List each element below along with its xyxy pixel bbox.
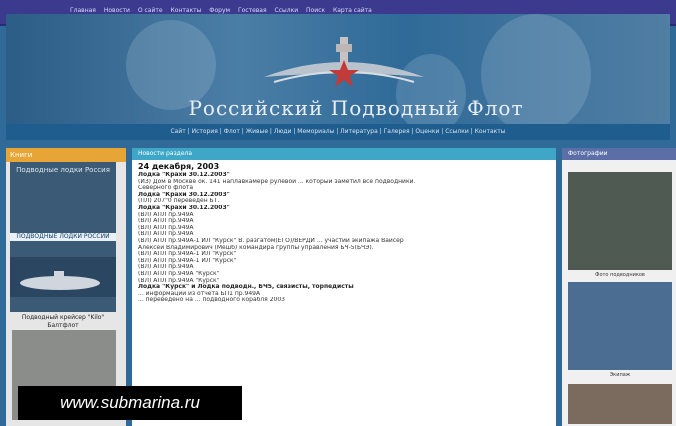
news-line: Северного флота [138,185,194,192]
news-line: (ВЛ) АПЛ пр.949А-1 ИЛ "Курск" [138,257,237,264]
left-sidebar: Книги Подводные лодки Россия ПОДВОДНЫЕ Л… [6,148,126,426]
news-line: (ВЛ) АПЛ пр.949А-1 ИЛ "Курск" [138,251,237,258]
news-line: (ВЛ) АПЛ пр.949А "Курск" [138,277,220,284]
news-line: (ПЛ) 207"0 переведен БТ. [138,198,220,205]
news-line: (ВЛ) АПЛ пр.949А [138,231,194,238]
watermark: www.submarina.ru [18,386,242,420]
photo-submarine[interactable] [568,172,672,270]
right-sidebar-header: Фотографии [562,148,676,160]
news-title[interactable]: Лодка "Крахи 30.12.2003" [138,192,550,199]
photo-caption: Экипаж [609,372,631,378]
news-line: ... переведено на ... подводного корабля… [138,297,285,304]
news-panel-header: Новости раздела [132,148,556,160]
news-line: (ВЛ) АПЛ пр.949А [138,211,194,218]
left-caption: Подводный крейсер "Kilo" Балтфлот [21,314,105,329]
top-nav-item[interactable]: О сайте [138,7,163,14]
book-subtitle: ПОДВОДНЫЕ ЛОДКИ РОССИИ [10,233,116,241]
site-title: Российский Подводный Флот [188,96,524,120]
news-line: Алексей Владимирович (Мешб) командира гр… [138,244,374,251]
top-nav-item[interactable]: Гостевая [238,7,267,14]
top-nav-item[interactable]: Главная [70,7,96,14]
news-title[interactable]: Лодка "Курск" и Лодка подводн., БЧ5, свя… [138,284,550,291]
top-nav-item[interactable]: Форум [209,7,230,14]
news-panel: Новости раздела 24 декабря, 2003 Лодка "… [132,148,556,426]
photo-crew[interactable] [568,282,672,370]
news-body: 24 декабря, 2003 Лодка "Крахи 30.12.2003… [132,160,556,306]
news-line: (ИЗ) Дом в Москве ок. 141 наплавкамере р… [138,178,416,185]
top-nav-item[interactable]: Контакты [170,7,201,14]
photo-third[interactable] [568,384,672,424]
news-date: 24 декабря, 2003 [138,162,220,171]
submarine-emblem-icon [264,37,424,87]
news-line: (ВЛ) АПЛ пр.949А [138,218,194,225]
photo-caption: Фото подводников [595,272,645,278]
book-cover[interactable]: Подводные лодки Россия ПОДВОДНЫЕ ЛОДКИ Р… [10,162,116,312]
main-nav[interactable]: Сайт | История | Флот | Живые | Люди | М… [6,124,670,140]
news-line: (ВЛ) АПЛ пр.949А-1 ИЛ "Курск" В. разгато… [138,237,404,244]
book-title: Подводные лодки Россия [16,166,110,174]
news-title[interactable]: Лодка "Крахи 30.12.2003" [138,172,550,179]
news-line: (ВЛ) АПЛ пр.949А "Курск" [138,270,220,277]
right-sidebar: Фотографии Фото подводников Экипаж [562,148,676,426]
top-nav-item[interactable]: Ссылки [275,7,299,14]
top-nav-item[interactable]: Карта сайта [333,7,372,14]
site-banner: Российский Подводный Флот [6,14,670,124]
top-nav-item[interactable]: Новости [104,7,130,14]
news-title[interactable]: Лодка "Крахи 30.12.2003" [138,205,550,212]
news-line: (ВЛ) АПЛ пр.949А [138,224,194,231]
news-line: ... информации из отчета БП1 пр.949А [138,290,261,297]
news-line: (ВЛ) АПЛ пр.949А [138,264,194,271]
submarine-icon [10,257,116,297]
top-nav-item[interactable]: Поиск [306,7,325,14]
left-sidebar-header: Книги [6,148,126,162]
